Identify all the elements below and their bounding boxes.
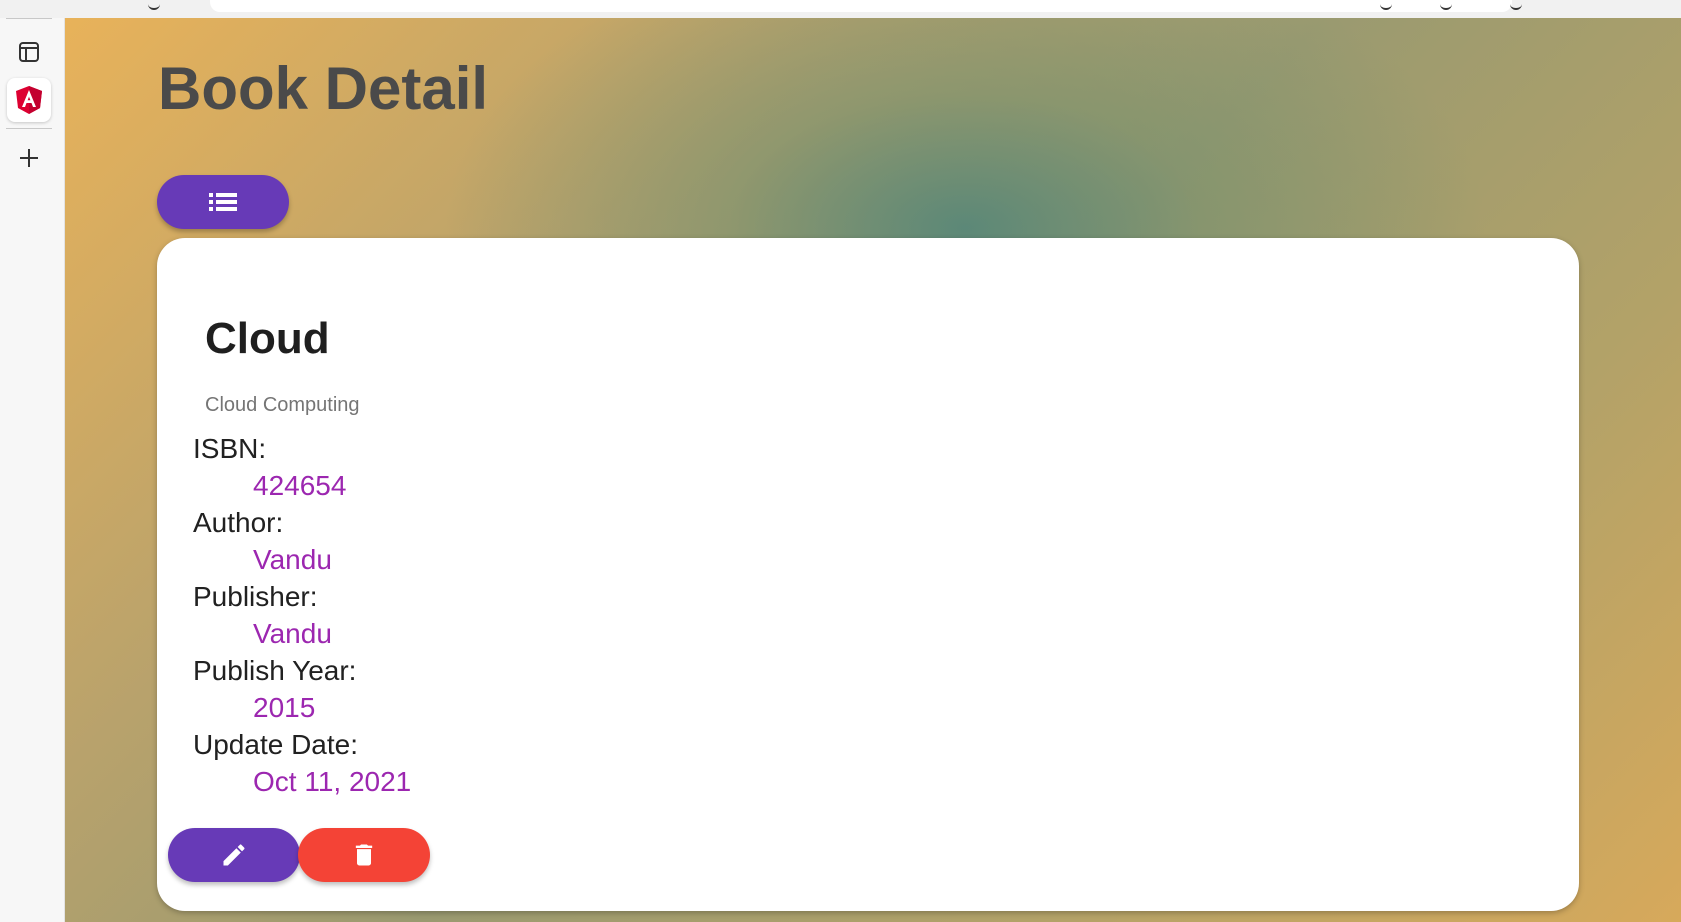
list-icon (209, 193, 237, 211)
browser-sidebar (0, 18, 65, 922)
book-detail-card: Cloud Cloud Computing ISBN: 424654 Autho… (157, 238, 1579, 911)
author-value: Vandu (253, 544, 332, 575)
sidebar-panel-icon (19, 42, 39, 62)
isbn-value: 424654 (253, 470, 347, 501)
plus-icon (20, 149, 38, 167)
publish-year-value: 2015 (253, 692, 316, 723)
book-subtitle: Cloud Computing (205, 394, 360, 416)
main-content: Book Detail Cloud Cloud Computing ISBN: … (65, 18, 1681, 922)
edit-book-button[interactable] (168, 828, 300, 882)
publisher-label: Publisher: (193, 581, 318, 612)
book-title: Cloud (205, 314, 330, 363)
publish-year-label: Publish Year: (193, 655, 357, 686)
sidebar-panel-button[interactable] (7, 30, 51, 74)
browser-top-bar (0, 0, 1681, 19)
edit-icon (223, 844, 245, 866)
delete-book-button[interactable] (298, 828, 430, 882)
isbn-label: ISBN: (193, 433, 267, 464)
update-date-label: Update Date: (193, 729, 358, 760)
book-details-list: ISBN: 424654 Author: Vandu Publisher: Va… (193, 430, 411, 800)
page-title: Book Detail (158, 55, 489, 122)
update-date-value: Oct 11, 2021 (253, 766, 412, 797)
publisher-value: Vandu (253, 618, 332, 649)
author-label: Author: (193, 507, 284, 538)
address-bar[interactable] (210, 0, 1512, 12)
profile-icon[interactable] (1510, 0, 1522, 10)
reload-icon[interactable] (148, 0, 160, 10)
sidebar-add-button[interactable] (7, 136, 51, 180)
sidebar-tab-angular[interactable] (7, 78, 51, 122)
book-list-button[interactable] (157, 175, 289, 229)
delete-icon (355, 844, 373, 866)
sidebar-divider (6, 18, 52, 19)
angular-logo-icon (16, 86, 42, 114)
sidebar-divider (6, 128, 52, 129)
